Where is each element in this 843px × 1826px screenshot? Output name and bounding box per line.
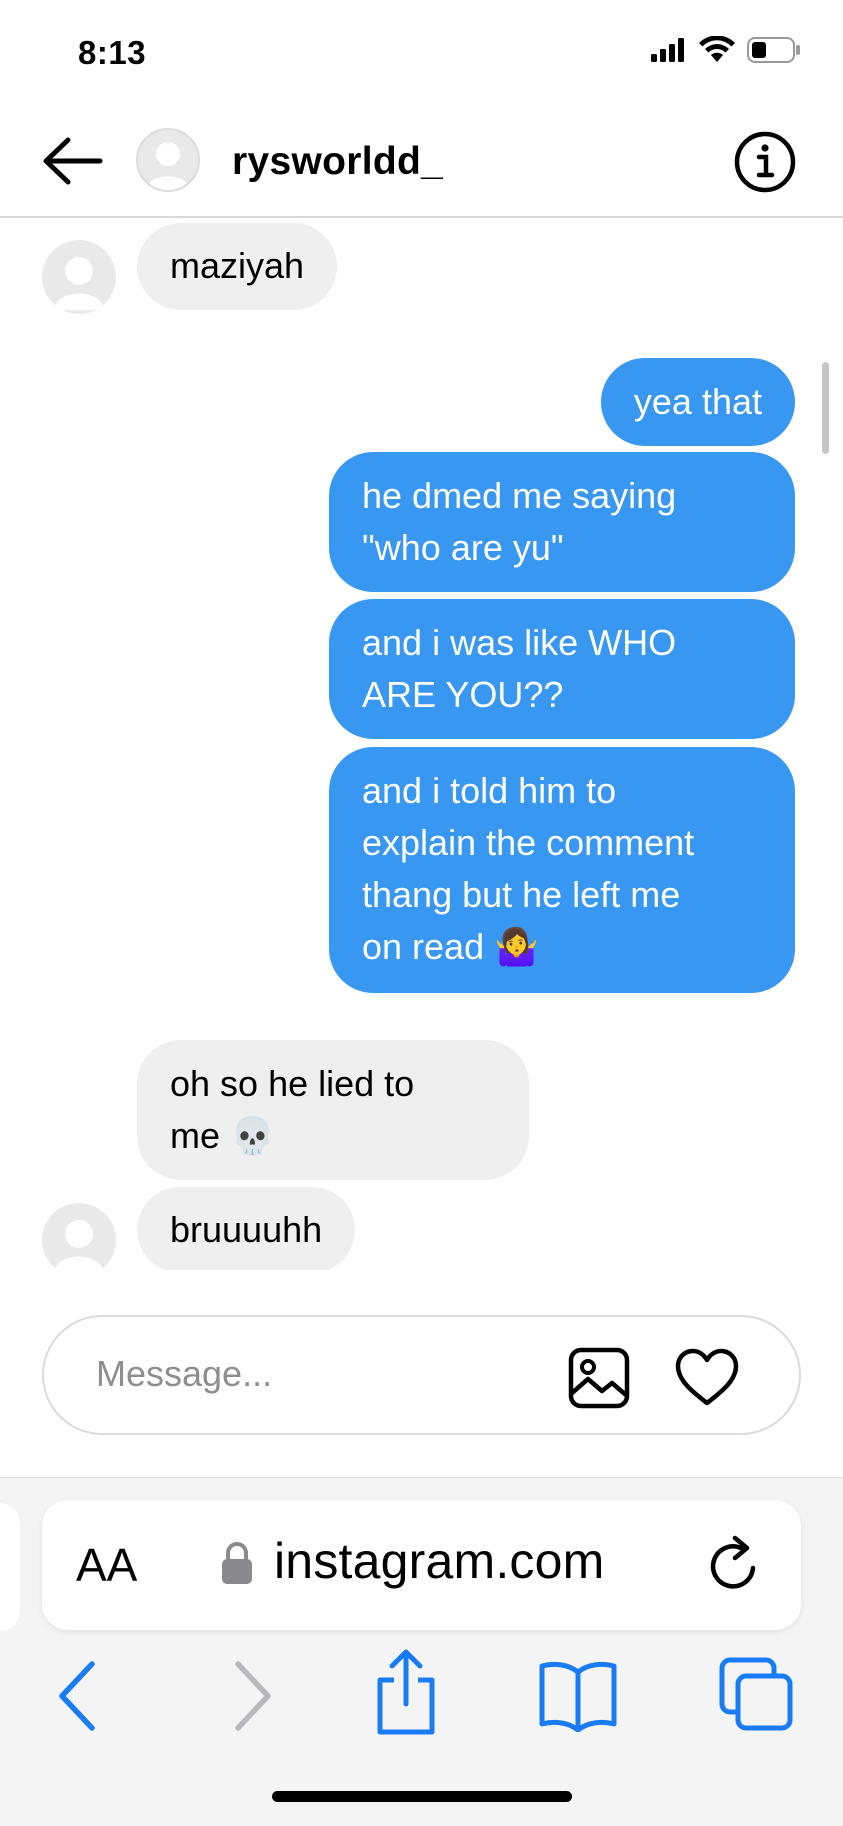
cellular-signal-icon <box>651 38 684 62</box>
adjacent-tab-peek[interactable] <box>0 1503 20 1631</box>
browser-toolbar: AA instagram.com <box>0 1477 843 1826</box>
share-icon[interactable] <box>374 1646 438 1736</box>
message-input[interactable] <box>96 1353 516 1395</box>
arrow-left-icon[interactable] <box>40 134 106 188</box>
message-text: maziyah <box>170 245 305 286</box>
info-icon[interactable] <box>733 130 797 194</box>
message-bubble-incoming[interactable]: oh so he lied to me 💀 <box>137 1040 529 1180</box>
sender-avatar[interactable] <box>42 240 116 314</box>
message-text-line: explain the comment <box>362 822 695 863</box>
message-text-line: on read 🤷‍♀️ <box>362 926 539 967</box>
book-icon[interactable] <box>538 1658 618 1732</box>
message-text-line: thang but he left me <box>362 874 681 915</box>
default-avatar-icon <box>54 257 104 310</box>
battery-icon <box>747 37 800 63</box>
status-icons <box>651 36 801 64</box>
message-text-line: "who are yu" <box>362 527 564 568</box>
scroll-indicator[interactable] <box>822 362 829 454</box>
address-bar[interactable]: AA instagram.com <box>42 1500 801 1630</box>
message-text: yea that <box>633 381 762 422</box>
home-indicator[interactable] <box>272 1791 572 1802</box>
image-icon[interactable] <box>568 1347 630 1409</box>
conversation-header: rysworldd_ <box>0 104 843 218</box>
message-text-line: he dmed me saying <box>362 475 677 516</box>
sender-avatar[interactable] <box>42 1203 116 1270</box>
tabs-icon[interactable] <box>718 1656 794 1732</box>
message-text-line: ARE YOU?? <box>362 674 564 715</box>
message-text-line: and i was like WHO <box>362 622 677 663</box>
heart-icon[interactable] <box>674 1347 740 1409</box>
status-bar: 8:13 <box>0 0 843 104</box>
chevron-left-icon[interactable] <box>54 1656 100 1736</box>
message-bubble-outgoing[interactable]: yea that <box>600 358 795 446</box>
message-bubble-outgoing[interactable]: he dmed me saying "who are yu" <box>329 452 795 592</box>
wifi-icon <box>699 36 735 62</box>
default-avatar-icon <box>54 1220 104 1270</box>
avatar[interactable] <box>136 128 200 192</box>
url-text[interactable]: instagram.com <box>274 1532 604 1590</box>
message-composer <box>42 1315 801 1435</box>
message-bubble-incoming[interactable]: bruuuuhh <box>137 1187 356 1270</box>
message-text-line: oh so he lied to <box>170 1063 415 1104</box>
message-text-line: and i told him to <box>362 770 617 811</box>
conversation-username[interactable]: rysworldd_ <box>232 140 443 184</box>
message-thread[interactable]: maziyah yea that he dmed me saying "who … <box>0 218 843 1270</box>
message-bubble-outgoing[interactable]: and i told him to explain the comment th… <box>329 747 795 993</box>
message-text-line: me 💀 <box>170 1115 275 1156</box>
message-text: bruuuuhh <box>170 1209 323 1250</box>
message-bubble-incoming[interactable]: maziyah <box>137 223 338 310</box>
reader-options-button[interactable]: AA <box>76 1538 137 1592</box>
chevron-right-icon[interactable] <box>230 1656 276 1736</box>
default-avatar-icon <box>146 142 190 190</box>
message-bubble-outgoing[interactable]: and i was like WHO ARE YOU?? <box>329 599 795 739</box>
reload-icon[interactable] <box>705 1534 765 1596</box>
lock-icon <box>222 1542 252 1584</box>
status-time: 8:13 <box>78 34 147 71</box>
